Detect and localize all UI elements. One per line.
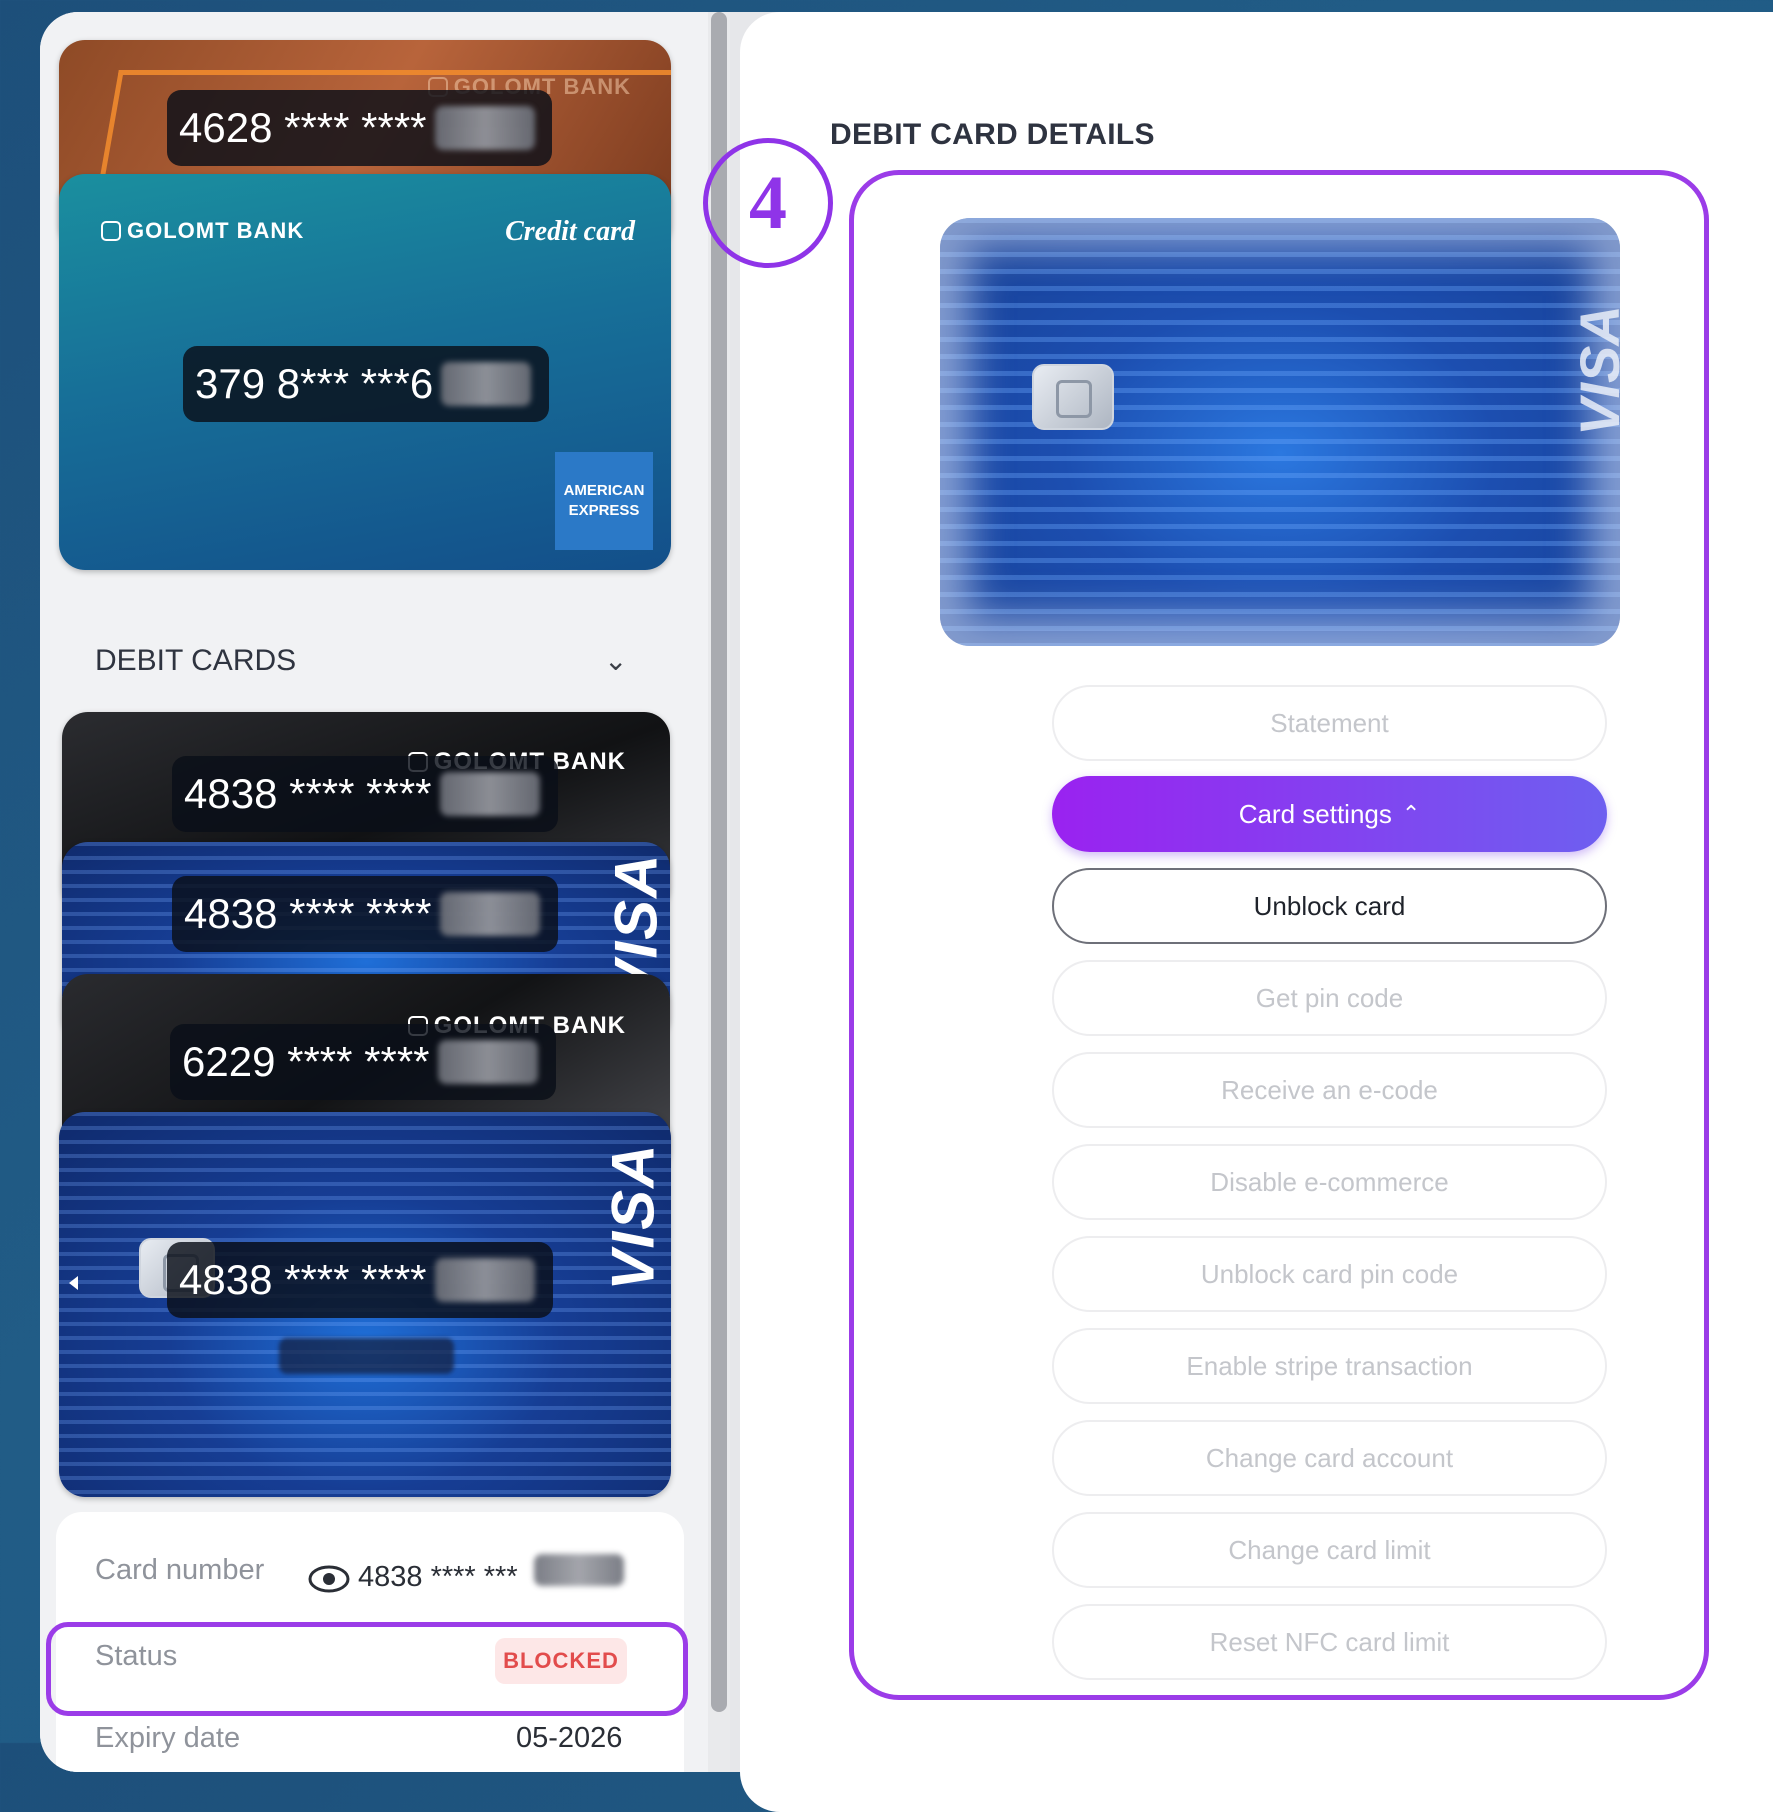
chevron-down-icon[interactable]: ⌄ [604,644,627,677]
eye-icon[interactable] [308,1564,350,1599]
step-number-badge: 4 [703,138,833,268]
card-number: 4838 **** **** [172,876,558,952]
change-card-limit-button[interactable]: Change card limit [1052,1512,1607,1588]
card-number-value: 4838 **** *** [358,1554,624,1594]
card-number-text: 6229 **** **** [182,1038,430,1085]
get-pin-code-button[interactable]: Get pin code [1052,960,1607,1036]
card-settings-label: Card settings [1238,798,1392,829]
reset-nfc-limit-button[interactable]: Reset NFC card limit [1052,1604,1607,1680]
card-number: 379 8*** ***6 [183,346,549,422]
card-number-text: 4838 **** **** [184,770,432,817]
card-number: 4838 **** **** [167,1242,553,1318]
card-number-label: Card number [95,1554,265,1586]
card-number-text: 4838 **** **** [184,890,432,937]
expiry-label: Expiry date [95,1722,241,1754]
bank-name: GOLOMT BANK [127,218,305,243]
sidebar-scrollbar-thumb[interactable] [711,12,727,1712]
card-number: 4838 **** **** [172,756,558,832]
disable-e-commerce-button[interactable]: Disable e-commerce [1052,1144,1607,1220]
masked-digits [437,1040,538,1084]
masked-digits [441,362,532,406]
selected-card-image: VISA [940,218,1620,646]
card-number: 4628 **** **** [167,90,552,166]
debit-card-4-selected[interactable]: VISA 4838 **** **** [59,1112,671,1497]
masked-digits [533,1554,624,1586]
card-number-text: 379 8*** ***6 [195,360,434,407]
chip-icon [1032,364,1114,430]
receive-e-code-button[interactable]: Receive an e-code [1052,1052,1607,1128]
masked-digits [434,106,535,150]
visa-logo: VISA [1567,305,1620,436]
card-number: 6229 **** **** [170,1024,556,1100]
expiry-value: 05-2026 [516,1722,623,1754]
enable-stripe-button[interactable]: Enable stripe transaction [1052,1328,1607,1404]
card-number-text: 4838 **** **** [179,1256,427,1303]
masked-digits [439,892,540,936]
card-settings-button[interactable]: Card settings ⌃ [1052,776,1607,852]
bank-logo-icon [101,221,121,241]
chevron-up-icon: ⌃ [1401,801,1421,826]
unblock-card-button[interactable]: Unblock card [1052,868,1607,944]
unblock-card-pin-button[interactable]: Unblock card pin code [1052,1236,1607,1312]
carousel-prev-icon[interactable] [69,1276,78,1290]
page-title: DEBIT CARD DETAILS [830,118,1155,151]
bank-logo: GOLOMT BANK [101,218,304,244]
visa-logo: VISA [599,1142,667,1291]
card-number-text: 4628 **** **** [179,104,427,151]
card-type-label: Credit card [505,216,635,247]
amex-logo-text: AMERICAN EXPRESS [563,482,645,519]
statement-button[interactable]: Statement [1052,685,1607,761]
credit-card-2[interactable]: GOLOMT BANK Credit card 379 8*** ***6 AM… [59,174,671,570]
change-card-account-button[interactable]: Change card account [1052,1420,1607,1496]
masked-digits [439,772,540,816]
card-number-value-text: 4838 **** *** [358,1561,518,1593]
debit-cards-title: DEBIT CARDS [95,644,297,677]
masked-digits [434,1258,535,1302]
cardholder-name-masked [279,1338,454,1374]
status-highlight-outline [46,1622,688,1716]
amex-logo: AMERICAN EXPRESS [555,452,653,550]
cards-sidebar: GOLOMT BANK 4628 **** **** GOLOMT BANK C… [40,12,720,1772]
